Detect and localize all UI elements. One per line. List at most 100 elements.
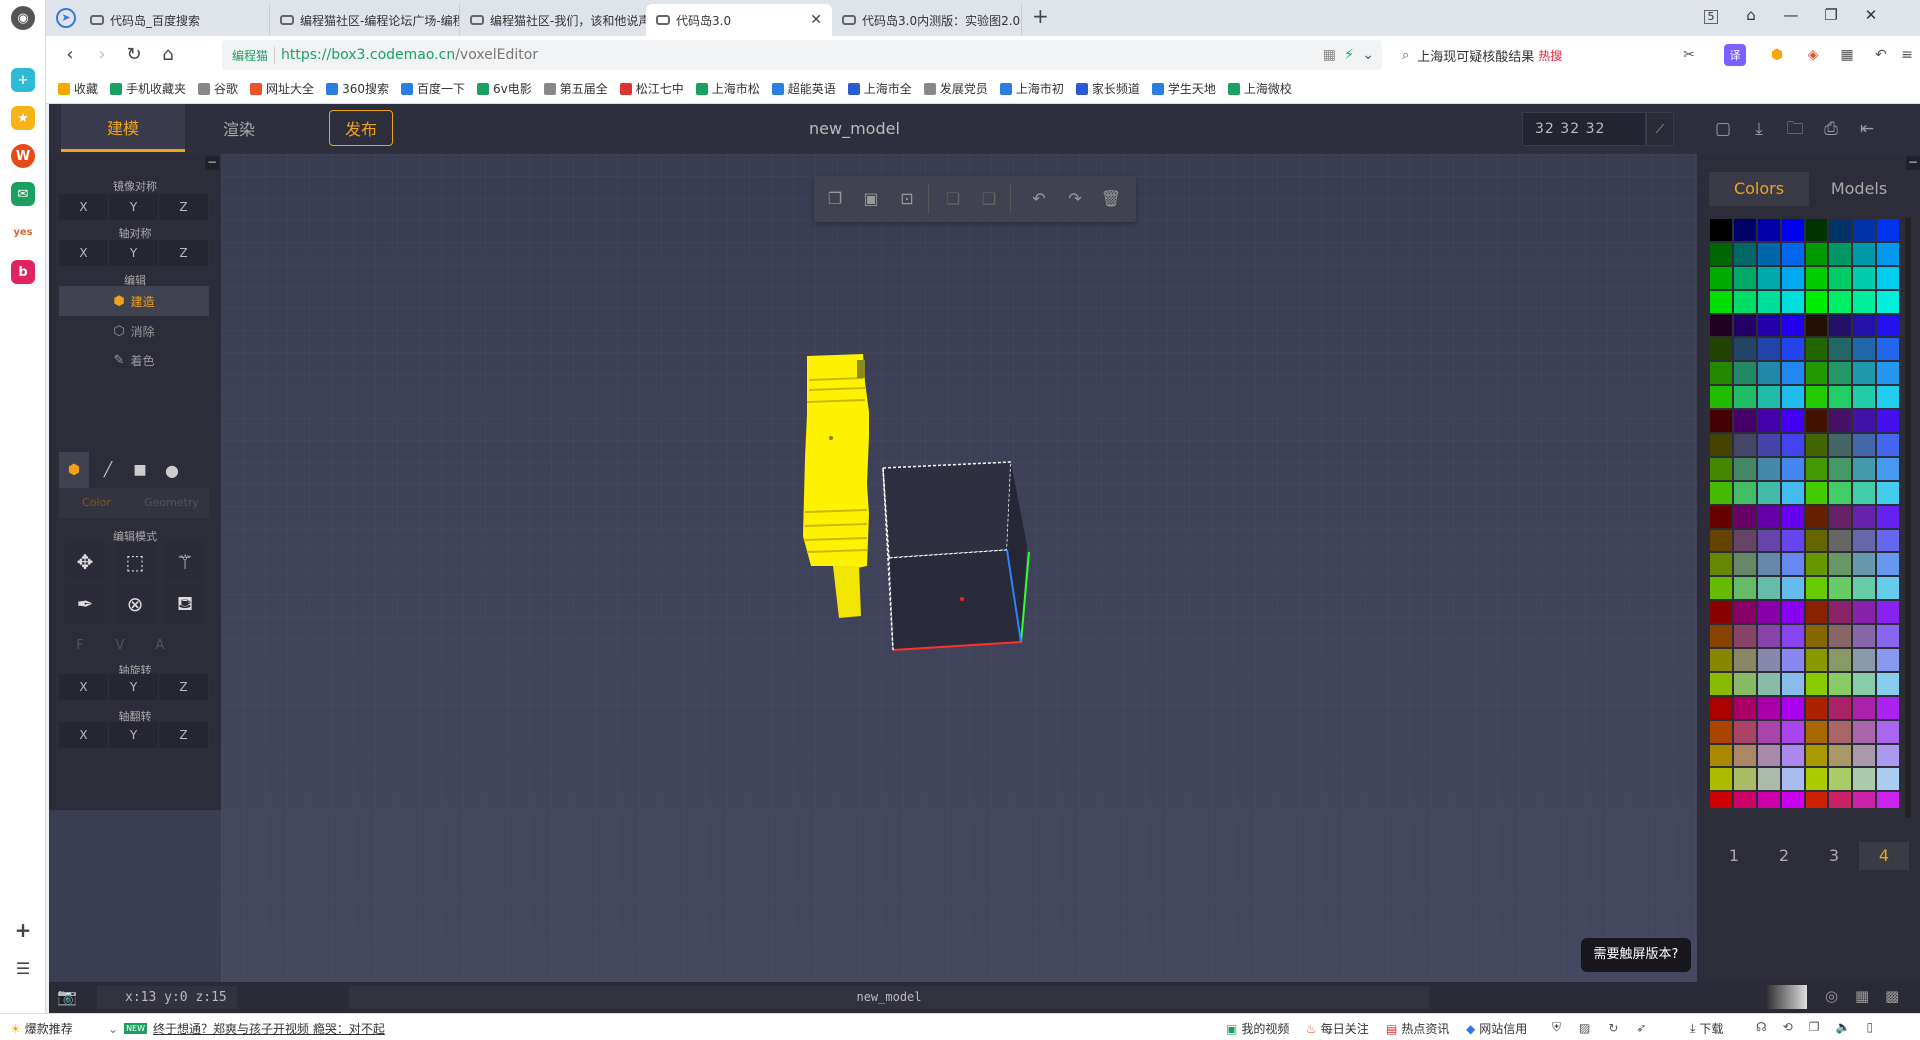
home-icon[interactable]: ⌂ <box>156 45 180 65</box>
color-swatch[interactable] <box>1756 409 1781 434</box>
paint-mode-button[interactable]: ✎ 着色 <box>59 345 209 375</box>
color-swatch[interactable] <box>1709 409 1733 434</box>
color-swatch[interactable] <box>1876 528 1900 553</box>
print-icon[interactable]: ⎙ <box>1820 118 1842 140</box>
color-swatch[interactable] <box>1756 719 1781 744</box>
color-swatch[interactable] <box>1780 719 1805 744</box>
color-swatch[interactable] <box>1709 695 1733 720</box>
color-swatch[interactable] <box>1852 337 1877 362</box>
color-swatch[interactable] <box>1756 265 1781 290</box>
save-icon[interactable]: ▢ <box>1712 118 1734 140</box>
color-swatch[interactable] <box>1852 313 1877 338</box>
color-swatch[interactable] <box>1780 433 1805 457</box>
color-swatch[interactable] <box>1780 409 1805 434</box>
volume-icon[interactable]: 🔈 <box>1836 1020 1851 1034</box>
tab-colors[interactable]: Colors <box>1709 172 1809 206</box>
my-video-link[interactable]: ▣ 我的视频 <box>1226 1020 1289 1037</box>
color-swatch[interactable] <box>1852 456 1877 481</box>
color-swatch[interactable] <box>1780 767 1805 792</box>
color-swatch[interactable] <box>1780 385 1805 410</box>
menu-icon[interactable]: ☰ <box>11 956 35 980</box>
color-swatch[interactable] <box>1709 337 1733 362</box>
star-icon[interactable]: ★ <box>11 106 35 130</box>
tab-5[interactable]: 代码岛3.0内测版：实验图2.0 <box>832 4 1022 36</box>
color-swatch[interactable] <box>1804 719 1829 744</box>
color-swatch[interactable] <box>1732 600 1757 625</box>
axis-sym-z-button[interactable]: Z <box>159 240 209 266</box>
3d-viewport[interactable]: ❐ ▣ ⊡ ❏ ❑ ↶ ↷ 🗑 <box>221 154 1697 982</box>
color-swatch[interactable] <box>1780 791 1805 808</box>
rotate-x-button[interactable]: X <box>59 674 109 700</box>
mirror-z-button[interactable]: Z <box>159 194 209 220</box>
color-swatch[interactable] <box>1876 552 1900 577</box>
chevron-down-icon[interactable]: ⌄ <box>1362 47 1374 63</box>
color-swatch[interactable] <box>1780 361 1805 386</box>
geometry-option[interactable]: Geometry <box>134 488 209 518</box>
color-swatch[interactable] <box>1780 337 1805 362</box>
color-swatch[interactable] <box>1804 480 1829 505</box>
color-swatch[interactable] <box>1804 409 1829 434</box>
color-swatch[interactable] <box>1852 648 1877 672</box>
line-shape-icon[interactable]: ╱ <box>93 452 123 488</box>
color-swatch[interactable] <box>1756 337 1781 362</box>
color-swatch[interactable] <box>1709 624 1733 649</box>
delete-selection-icon[interactable]: ⊗ <box>115 584 155 624</box>
tab-count-badge[interactable]: 5 <box>1704 10 1718 24</box>
color-swatch[interactable] <box>1828 337 1853 362</box>
refresh-icon[interactable]: ↻ <box>1608 1021 1618 1035</box>
color-swatch[interactable] <box>1876 504 1900 529</box>
hot-news-link[interactable]: ▤ 热点资讯 <box>1386 1020 1449 1037</box>
color-swatch[interactable] <box>1756 385 1781 410</box>
tab-render[interactable]: 渲染 <box>189 104 289 152</box>
color-swatch[interactable] <box>1709 456 1733 481</box>
color-swatch[interactable] <box>1804 265 1829 290</box>
tab-models[interactable]: Models <box>1809 172 1909 206</box>
screenshot-icon[interactable]: ⊡ <box>896 188 918 210</box>
color-swatch[interactable] <box>1876 218 1900 242</box>
color-swatch[interactable] <box>1852 433 1877 457</box>
reload-icon[interactable]: ↻ <box>122 45 146 65</box>
bookmark-item[interactable]: 上海微校 <box>1227 80 1292 97</box>
color-swatch[interactable] <box>1852 528 1877 553</box>
search-box[interactable]: ⌕ 上海现可疑核酸结果 热搜 <box>1402 40 1650 70</box>
color-option[interactable]: Color <box>59 488 134 518</box>
color-swatch[interactable] <box>1804 695 1829 720</box>
tab-build[interactable]: 建模 <box>61 104 185 152</box>
address-bar[interactable]: 编程猫 https://box3.codemao.cn/voxelEditor … <box>222 40 1382 70</box>
bookmark-item[interactable]: 手机收藏夹 <box>110 80 186 97</box>
color-swatch[interactable] <box>1828 576 1853 601</box>
color-swatch[interactable] <box>1804 337 1829 362</box>
select-box-icon[interactable]: ⬚ <box>115 542 155 582</box>
color-swatch[interactable] <box>1804 433 1829 457</box>
grid-icon[interactable]: ▦ <box>1836 44 1858 66</box>
video-app-icon[interactable]: b <box>11 260 35 284</box>
palette-page-4[interactable]: 4 <box>1859 842 1909 870</box>
zoom-icon[interactable]: ▯ <box>1866 1020 1873 1034</box>
publish-button[interactable]: 发布 <box>329 110 393 146</box>
eyedropper-icon[interactable]: ✒ <box>65 584 105 624</box>
color-swatch[interactable] <box>1876 361 1900 386</box>
color-swatch[interactable] <box>1780 480 1805 505</box>
color-swatch[interactable] <box>1756 528 1781 553</box>
color-swatch[interactable] <box>1732 456 1757 481</box>
color-swatch[interactable] <box>1828 504 1853 529</box>
color-swatch[interactable] <box>1828 289 1853 314</box>
trash-icon[interactable]: 🗑 <box>1100 188 1122 210</box>
color-swatch[interactable] <box>1732 480 1757 505</box>
build-mode-button[interactable]: ⬢ 建造 <box>59 286 209 316</box>
color-swatch[interactable] <box>1756 504 1781 529</box>
mirror-x-button[interactable]: X <box>59 194 109 220</box>
color-swatch[interactable] <box>1876 624 1900 649</box>
site-credit-link[interactable]: ◆ 网站信用 <box>1466 1020 1527 1037</box>
color-swatch[interactable] <box>1852 624 1877 649</box>
shield-icon[interactable]: ⬢ <box>1766 44 1788 66</box>
color-swatch[interactable] <box>1828 241 1853 266</box>
color-swatch[interactable] <box>1756 576 1781 601</box>
color-swatch[interactable] <box>1756 241 1781 266</box>
color-swatch[interactable] <box>1804 576 1829 601</box>
color-swatch[interactable] <box>1852 409 1877 434</box>
color-swatch[interactable] <box>1804 313 1829 338</box>
color-swatch[interactable] <box>1732 695 1757 720</box>
yellow-voxel-model[interactable] <box>803 354 869 618</box>
color-swatch[interactable] <box>1780 265 1805 290</box>
